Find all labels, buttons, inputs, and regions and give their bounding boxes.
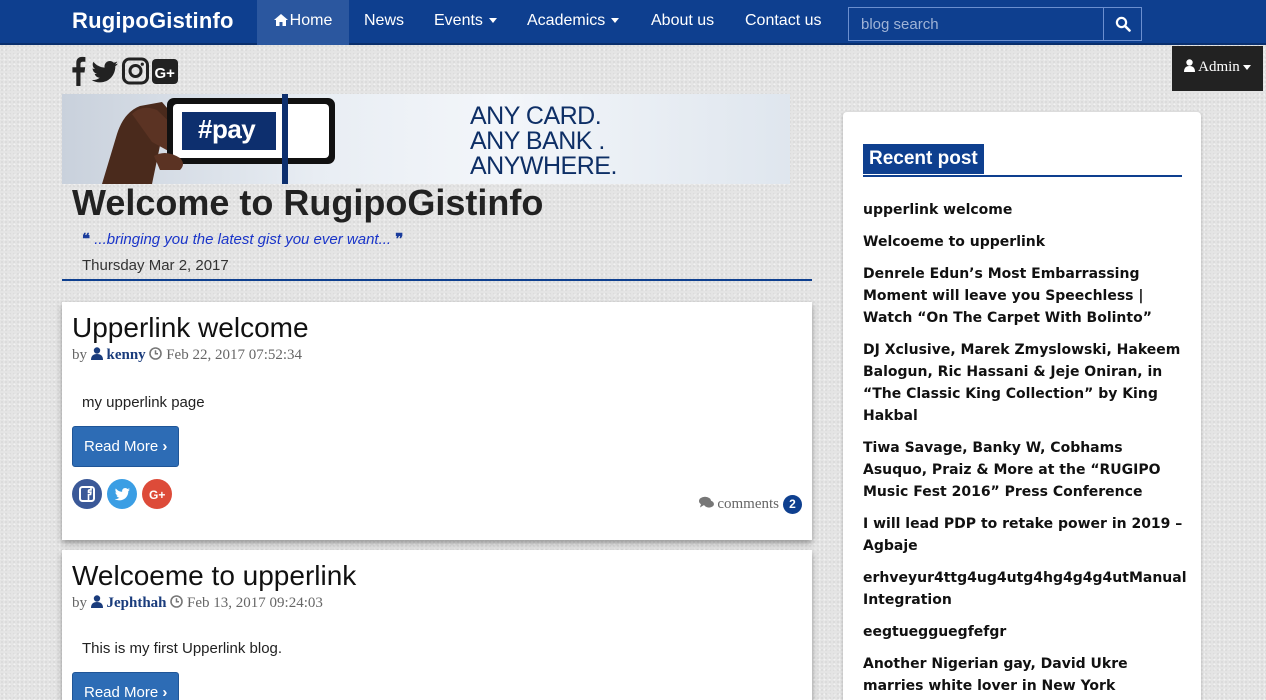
svg-text:G+: G+ <box>155 65 176 82</box>
share-twitter-icon[interactable] <box>107 479 137 509</box>
svg-text:G+: G+ <box>149 488 165 502</box>
nav-events-label: Events <box>434 12 483 29</box>
nav-news-label: News <box>364 12 405 29</box>
recent-post-link[interactable]: upperlink welcome <box>863 199 1185 221</box>
post-author[interactable]: kenny <box>107 347 146 363</box>
search-icon <box>1115 16 1131 32</box>
google-plus-icon[interactable]: G+ <box>152 56 178 86</box>
site-brand[interactable]: RugipoGistinfo <box>72 8 234 34</box>
post-timestamp: Feb 13, 2017 09:24:03 <box>187 595 323 611</box>
recent-post-link[interactable]: Denrele Edun’s Most Embarrassing Moment … <box>863 263 1185 329</box>
nav-academics-label: Academics <box>527 12 606 29</box>
read-more-label: Read More <box>84 438 159 455</box>
chevron-down-icon <box>488 18 497 24</box>
post-card: Upperlink welcome by kenny Feb 22, 2017 … <box>62 302 812 540</box>
quote-left-icon: ❝ <box>82 231 91 248</box>
comments-icon <box>698 496 714 508</box>
home-icon <box>273 14 288 26</box>
recent-post-link[interactable]: Welcoeme to upperlink <box>863 231 1185 253</box>
post-card: Welcoeme to upperlink by Jephthah Feb 13… <box>62 550 812 700</box>
post-body: This is my first Upperlink blog. <box>82 640 283 657</box>
post-by-label: by <box>72 595 87 611</box>
recent-post-list: upperlink welcome Welcoeme to upperlink … <box>863 199 1187 700</box>
nav-home-label: Home <box>289 12 333 29</box>
chevron-down-icon <box>1242 65 1251 71</box>
user-icon <box>1184 59 1196 72</box>
chevron-right-icon: › <box>162 684 168 700</box>
banner-line-3: ANYWHERE. <box>470 152 617 180</box>
admin-label: Admin <box>1198 59 1240 75</box>
user-icon <box>90 347 103 360</box>
recent-post-link[interactable]: I will lead PDP to retake power in 2019 … <box>863 513 1185 557</box>
recent-post-link[interactable]: Another Nigerian gay, David Ukre marries… <box>863 653 1185 697</box>
share-facebook-icon[interactable] <box>72 479 102 509</box>
post-body: my upperlink page <box>82 394 205 411</box>
post-title[interactable]: Upperlink welcome <box>72 312 309 344</box>
facebook-icon[interactable] <box>70 56 86 86</box>
admin-menu[interactable]: Admin <box>1172 46 1263 91</box>
pay-advert-banner[interactable]: #pay ANY CARD. ANY BANK . ANYWHERE. <box>62 94 790 184</box>
post-by-label: by <box>72 347 87 363</box>
nav-about[interactable]: About us <box>651 0 714 45</box>
twitter-icon[interactable] <box>91 56 119 86</box>
clock-icon <box>170 595 184 608</box>
post-meta: by Jephthah Feb 13, 2017 09:24:03 <box>72 595 323 612</box>
recent-post-link[interactable]: erhveyur4ttg4ug4utg4hg4g4g4utManual Inte… <box>863 567 1187 611</box>
share-google-plus-icon[interactable]: G+ <box>142 479 172 509</box>
read-more-label: Read More <box>84 684 159 700</box>
comments-label: comments <box>717 496 779 512</box>
recent-post-link[interactable]: eegtuegguegfefgr <box>863 621 1185 643</box>
recent-post-divider <box>863 175 1182 177</box>
post-author[interactable]: Jephthah <box>107 595 167 611</box>
post-title[interactable]: Welcoeme to upperlink <box>72 560 356 592</box>
recent-posts-sidebar: Recent post upperlink welcome Welcoeme t… <box>843 112 1201 700</box>
chevron-right-icon: › <box>162 438 168 455</box>
chevron-down-icon <box>611 18 620 24</box>
post-meta: by kenny Feb 22, 2017 07:52:34 <box>72 347 302 364</box>
site-tagline: ❝ ...bringing you the latest gist you ev… <box>82 230 403 248</box>
nav-contact-label: Contact us <box>745 12 822 29</box>
top-navbar: RugipoGistinfo Home News Events Academic… <box>0 0 1266 45</box>
search-button[interactable] <box>1103 7 1142 41</box>
nav-contact[interactable]: Contact us <box>745 0 821 45</box>
post-timestamp: Feb 22, 2017 07:52:34 <box>166 347 303 363</box>
current-date: Thursday Mar 2, 2017 <box>82 257 229 274</box>
comments-count-badge: 2 <box>783 495 802 514</box>
recent-post-link[interactable]: DJ Xclusive, Marek Zmyslowski, Hakeem Ba… <box>863 339 1185 427</box>
recent-post-heading: Recent post <box>863 144 984 174</box>
blog-search-input[interactable] <box>848 7 1104 41</box>
nav-home[interactable]: Home <box>257 0 349 45</box>
recent-post-link[interactable]: Tiwa Savage, Banky W, Cobhams Asuquo, Pr… <box>863 437 1185 503</box>
read-more-button[interactable]: Read More › <box>72 426 179 467</box>
clock-icon <box>149 347 163 360</box>
tagline-text: ...bringing you the latest gist you ever… <box>94 231 392 248</box>
page-title: Welcome to RugipoGistinfo <box>72 182 544 223</box>
banner-tag: #pay <box>198 114 256 144</box>
instagram-icon[interactable] <box>122 56 149 86</box>
nav-news[interactable]: News <box>364 0 404 45</box>
nav-about-label: About us <box>651 12 715 29</box>
header-divider <box>62 279 812 281</box>
nav-academics[interactable]: Academics <box>527 0 620 45</box>
nav-events[interactable]: Events <box>434 0 497 45</box>
comments-link[interactable]: comments 2 <box>698 495 802 514</box>
quote-right-icon: ❞ <box>395 231 404 248</box>
user-icon <box>90 595 103 608</box>
read-more-button[interactable]: Read More › <box>72 672 179 700</box>
